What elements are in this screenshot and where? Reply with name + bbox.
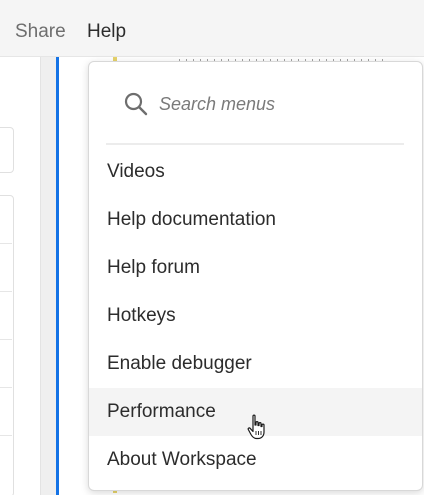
panel-row-divider — [0, 387, 12, 388]
menu-item-about-workspace[interactable]: About Workspace — [89, 436, 422, 484]
left-panel — [0, 57, 41, 495]
menu-divider — [106, 143, 404, 145]
panel-card — [0, 127, 14, 173]
menu-help[interactable]: Help — [87, 20, 126, 44]
menu-search — [89, 62, 422, 144]
menu-share[interactable]: Share — [15, 20, 66, 44]
menu-item-hotkeys[interactable]: Hotkeys — [89, 292, 422, 340]
panel-row-divider — [0, 243, 12, 244]
menubar: Share Help — [0, 0, 424, 57]
search-icon — [124, 92, 148, 116]
menu-item-help-forum[interactable]: Help forum — [89, 244, 422, 292]
menu-item-enable-debugger[interactable]: Enable debugger — [89, 340, 422, 388]
panel-row-divider — [0, 435, 12, 436]
hand-pointer-icon — [247, 414, 265, 440]
panel-row-divider — [0, 291, 12, 292]
panel-list — [0, 195, 14, 495]
panel-row-divider — [0, 339, 12, 340]
app-window: Share Help Videos Help documentation — [0, 0, 424, 495]
menu-item-help-documentation[interactable]: Help documentation — [89, 196, 422, 244]
panel-gutter[interactable] — [41, 57, 56, 495]
search-menus-input[interactable] — [159, 89, 399, 119]
menu-item-videos[interactable]: Videos — [89, 148, 422, 196]
